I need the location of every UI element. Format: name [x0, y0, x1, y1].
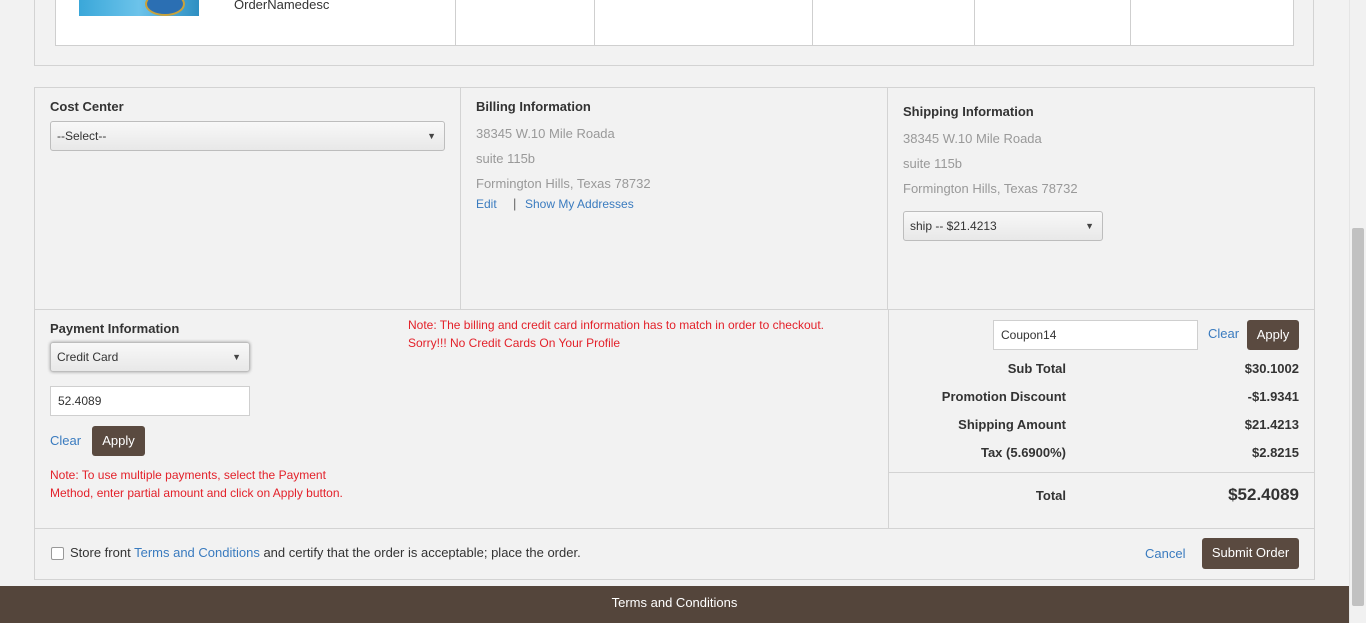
column-divider — [887, 88, 888, 309]
promotion-discount-label: Promotion Discount — [941, 389, 1066, 404]
payment-method-select[interactable]: Credit Card ▼ — [50, 342, 250, 372]
submit-order-button[interactable]: Submit Order — [1202, 538, 1299, 569]
cancel-link[interactable]: Cancel — [1145, 546, 1185, 561]
terms-link[interactable]: Terms and Conditions — [134, 545, 260, 560]
coupon-input[interactable]: Coupon14 — [993, 320, 1198, 350]
cost-center-title: Cost Center — [50, 99, 124, 114]
table-column-divider — [812, 0, 813, 46]
subtotal-value: $30.1002 — [1244, 361, 1299, 376]
billing-match-note: Note: The billing and credit card inform… — [408, 318, 824, 332]
section-divider — [35, 309, 1314, 310]
total-label: Total — [1035, 488, 1066, 503]
table-column-divider — [455, 0, 456, 46]
shipping-title: Shipping Information — [903, 104, 1034, 119]
billing-address-line1: 38345 W.10 Mile Roada — [476, 126, 615, 141]
cost-center-select-value: --Select-- — [57, 129, 107, 143]
payment-apply-button[interactable]: Apply — [92, 426, 145, 456]
no-credit-cards-note: Sorry!!! No Credit Cards On Your Profile — [408, 336, 621, 350]
shipping-address-line1: 38345 W.10 Mile Roada — [903, 131, 1042, 146]
billing-title: Billing Information — [476, 99, 591, 114]
shipping-address-line2: suite 115b — [903, 156, 963, 171]
shipping-method-select[interactable]: ship -- $21.4213 ▼ — [903, 211, 1103, 241]
cost-center-select[interactable]: --Select-- ▼ — [50, 121, 445, 151]
shipping-address-line3: Formington Hills, Texas 78732 — [903, 181, 1078, 196]
shipping-amount-label: Shipping Amount — [958, 417, 1066, 432]
payment-amount-input[interactable]: 52.4089 — [50, 386, 250, 416]
scrollbar-thumb[interactable] — [1352, 228, 1364, 606]
shipping-method-value: ship -- $21.4213 — [910, 219, 997, 233]
billing-address-line2: suite 115b — [476, 151, 536, 166]
terms-checkbox[interactable] — [51, 547, 64, 560]
promotion-discount-value: -$1.9341 — [1247, 389, 1299, 404]
footer-terms-link[interactable]: Terms and Conditions — [0, 586, 1349, 623]
section-divider — [35, 528, 1314, 529]
shipping-amount-value: $21.4213 — [1244, 417, 1299, 432]
edit-billing-link[interactable]: Edit — [476, 197, 497, 211]
payment-title: Payment Information — [50, 321, 180, 336]
terms-suffix: and certify that the order is acceptable… — [263, 545, 581, 560]
tax-value: $2.8215 — [1252, 445, 1299, 460]
product-thumbnail[interactable] — [79, 0, 199, 16]
payment-method-value: Credit Card — [57, 350, 119, 364]
terms-statement: Store front Terms and Conditions and cer… — [70, 545, 581, 560]
table-column-divider — [974, 0, 975, 46]
coupon-apply-button[interactable]: Apply — [1247, 320, 1299, 350]
coupon-clear-link[interactable]: Clear — [1208, 326, 1239, 341]
multi-payment-note-line1: Note: To use multiple payments, select t… — [50, 468, 326, 482]
total-divider — [889, 472, 1314, 473]
terms-prefix: Store front — [70, 545, 131, 560]
multi-payment-note-line2: Method, enter partial amount and click o… — [50, 486, 343, 500]
show-addresses-link[interactable]: Show My Addresses — [525, 197, 634, 211]
column-divider — [460, 88, 461, 309]
billing-address-line3: Formington Hills, Texas 78732 — [476, 176, 651, 191]
table-column-divider — [594, 0, 595, 46]
total-value: $52.4089 — [1228, 485, 1299, 504]
order-item-name: OrderNamedesc — [234, 0, 330, 12]
link-separator: | — [513, 196, 517, 211]
payment-clear-link[interactable]: Clear — [50, 433, 81, 448]
subtotal-label: Sub Total — [1007, 361, 1066, 376]
tax-label: Tax (5.6900%) — [980, 445, 1066, 460]
chevron-down-icon: ▼ — [427, 131, 436, 141]
chevron-down-icon: ▼ — [1085, 221, 1094, 231]
chevron-down-icon: ▼ — [232, 352, 241, 362]
table-column-divider — [1130, 0, 1131, 46]
